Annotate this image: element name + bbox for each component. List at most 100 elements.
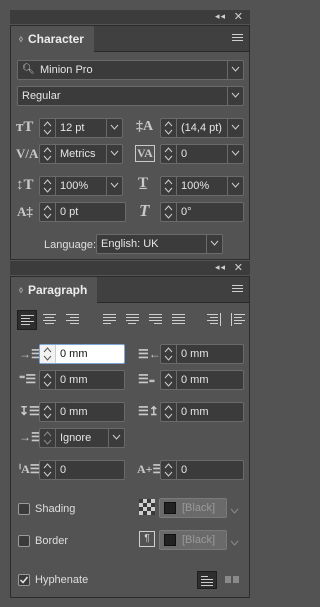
align-to-grid-dropdown[interactable]: Ignore bbox=[39, 428, 125, 448]
paragraph-panel-titlebar[interactable]: ◂◂ ✕ bbox=[10, 261, 250, 275]
paragraph-border-icon[interactable]: ¶ bbox=[139, 531, 155, 547]
collapse-arrows-icon[interactable]: ◊ bbox=[19, 286, 23, 295]
stepper-icon[interactable] bbox=[40, 203, 56, 221]
align-right-button[interactable] bbox=[63, 310, 83, 330]
chevron-down-icon[interactable] bbox=[108, 429, 124, 447]
character-tab-row: ◊ Character bbox=[11, 26, 249, 52]
chevron-down-icon[interactable] bbox=[227, 119, 243, 137]
paragraph-panel: ◊ Paragraph →☰ 0 mm ☰← 0 mm ⁼☰ 0 mm ☰₌ 0… bbox=[10, 276, 250, 598]
chevron-down-icon[interactable] bbox=[227, 61, 243, 79]
border-swatch-field[interactable]: [Black] bbox=[159, 530, 227, 550]
align-left-button[interactable] bbox=[17, 310, 37, 330]
justify-center-button[interactable] bbox=[123, 310, 143, 330]
stepper-icon[interactable] bbox=[161, 461, 177, 479]
kerning-value: Metrics bbox=[60, 148, 96, 160]
font-size-field[interactable]: 12 pt bbox=[39, 118, 123, 138]
font-family-dropdown[interactable]: 🔍︎ Minion Pro bbox=[17, 60, 244, 80]
chevron-down-icon[interactable] bbox=[106, 119, 122, 137]
shading-swatch-value: [Black] bbox=[182, 502, 216, 514]
panel-menu-icon[interactable] bbox=[232, 34, 243, 43]
black-swatch-icon bbox=[164, 534, 176, 546]
stepper-icon[interactable] bbox=[40, 119, 56, 137]
close-icon[interactable]: ✕ bbox=[234, 10, 244, 23]
align-towards-spine-button[interactable] bbox=[205, 310, 225, 330]
border-checkbox[interactable] bbox=[18, 535, 30, 547]
hyphenate-label: Hyphenate bbox=[35, 574, 89, 586]
panel-menu-icon[interactable] bbox=[232, 285, 243, 294]
stepper-icon[interactable] bbox=[161, 345, 177, 363]
kerning-field[interactable]: Metrics bbox=[39, 144, 123, 164]
stepper-icon[interactable] bbox=[161, 403, 177, 421]
chevron-down-icon[interactable] bbox=[227, 145, 243, 163]
align-center-button[interactable] bbox=[40, 310, 60, 330]
leading-field[interactable]: (14,4 pt) bbox=[160, 118, 244, 138]
chevron-down-icon[interactable] bbox=[106, 177, 122, 195]
character-tab[interactable]: ◊ Character bbox=[11, 26, 94, 52]
font-family-value: Minion Pro bbox=[40, 64, 93, 76]
drop-cap-chars-field[interactable]: 0 bbox=[160, 460, 244, 480]
space-after-value: 0 mm bbox=[181, 406, 209, 418]
justify-left-button[interactable] bbox=[100, 310, 120, 330]
stepper-icon[interactable] bbox=[161, 119, 177, 137]
paragraph-tab[interactable]: ◊ Paragraph bbox=[11, 277, 98, 303]
kerning-icon: V/A bbox=[16, 146, 39, 161]
space-before-icon: ↧☰ bbox=[19, 404, 40, 418]
last-line-indent-value: 0 mm bbox=[181, 374, 209, 386]
chevron-down-icon[interactable] bbox=[230, 505, 239, 517]
font-style-dropdown[interactable]: Regular bbox=[17, 86, 244, 106]
vertical-scale-field[interactable]: 100% bbox=[39, 176, 123, 196]
stepper-icon[interactable] bbox=[40, 177, 56, 195]
vertical-scale-value: 100% bbox=[60, 180, 89, 192]
collapse-icon[interactable]: ◂◂ bbox=[215, 11, 226, 22]
character-title: Character bbox=[27, 32, 84, 46]
stepper-icon[interactable] bbox=[40, 145, 56, 163]
horizontal-scale-field[interactable]: 100% bbox=[160, 176, 244, 196]
font-size-value: 12 pt bbox=[60, 122, 85, 134]
language-value: English: UK bbox=[101, 238, 159, 250]
skew-icon: T bbox=[139, 201, 150, 220]
character-panel-titlebar[interactable]: ◂◂ ✕ bbox=[10, 10, 250, 24]
stepper-icon[interactable] bbox=[40, 403, 56, 421]
justify-right-button[interactable] bbox=[146, 310, 166, 330]
stepper-icon[interactable] bbox=[161, 371, 177, 389]
chevron-down-icon[interactable] bbox=[227, 87, 243, 105]
chevron-down-icon[interactable] bbox=[230, 537, 239, 549]
right-indent-field[interactable]: 0 mm bbox=[160, 344, 244, 364]
justify-all-button[interactable] bbox=[169, 310, 189, 330]
left-indent-field[interactable]: 0 mm bbox=[39, 344, 125, 364]
shading-pattern-icon[interactable] bbox=[139, 499, 155, 515]
border-label: Border bbox=[35, 535, 69, 547]
space-after-field[interactable]: 0 mm bbox=[160, 402, 244, 422]
paragraph-tab-row: ◊ Paragraph bbox=[11, 277, 249, 303]
tracking-field[interactable]: 0 bbox=[160, 144, 244, 164]
chevron-down-icon[interactable] bbox=[206, 235, 222, 253]
hyphenate-checkbox[interactable] bbox=[18, 574, 30, 586]
skew-field[interactable]: 0° bbox=[160, 202, 244, 222]
shading-swatch-field[interactable]: [Black] bbox=[159, 498, 227, 518]
space-before-field[interactable]: 0 mm bbox=[39, 402, 125, 422]
language-dropdown[interactable]: English: UK bbox=[96, 234, 223, 254]
last-line-indent-field[interactable]: 0 mm bbox=[160, 370, 244, 390]
span-columns-button[interactable] bbox=[222, 571, 242, 589]
collapse-icon[interactable]: ◂◂ bbox=[215, 262, 226, 273]
chevron-down-icon[interactable] bbox=[227, 177, 243, 195]
stepper-icon[interactable] bbox=[40, 345, 56, 363]
single-line-composer-button[interactable] bbox=[197, 571, 217, 589]
stepper-icon[interactable] bbox=[161, 177, 177, 195]
stepper-icon[interactable] bbox=[161, 203, 177, 221]
stepper-icon[interactable] bbox=[161, 145, 177, 163]
stepper-icon[interactable] bbox=[40, 371, 56, 389]
chevron-down-icon[interactable] bbox=[106, 145, 122, 163]
left-indent-value: 0 mm bbox=[60, 348, 88, 360]
stepper-icon[interactable] bbox=[40, 461, 56, 479]
close-icon[interactable]: ✕ bbox=[234, 261, 244, 274]
font-style-value: Regular bbox=[22, 90, 61, 102]
collapse-arrows-icon[interactable]: ◊ bbox=[19, 35, 23, 44]
shading-checkbox[interactable] bbox=[18, 503, 30, 515]
baseline-shift-icon: A‡ bbox=[17, 204, 33, 219]
drop-cap-lines-field[interactable]: 0 bbox=[39, 460, 125, 480]
align-away-from-spine-button[interactable] bbox=[228, 310, 248, 330]
first-line-indent-field[interactable]: 0 mm bbox=[39, 370, 125, 390]
stepper-icon[interactable] bbox=[40, 429, 56, 447]
baseline-shift-field[interactable]: 0 pt bbox=[39, 202, 126, 222]
